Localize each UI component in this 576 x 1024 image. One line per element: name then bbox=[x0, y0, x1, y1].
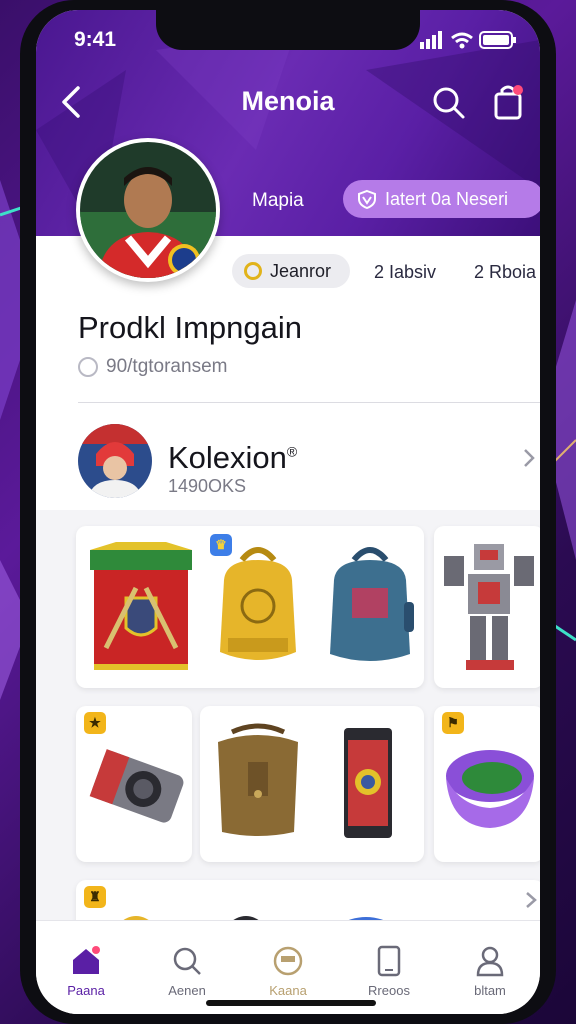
tab-profile-label: bltam bbox=[474, 983, 506, 998]
item-badge-flag: ⚑ bbox=[442, 712, 464, 734]
item-camera-icon bbox=[89, 749, 184, 823]
signal-icon bbox=[420, 31, 442, 49]
hero-pill-label: Iatert 0a Neseri bbox=[385, 188, 509, 209]
tab-camera-label: Kaana bbox=[269, 983, 307, 998]
tab-search-label: Aenen bbox=[168, 983, 206, 998]
app-screen: 9:41 Menoia Mapia Iatert 0a Neseri Jeanr… bbox=[36, 10, 540, 1014]
item-leather-bag-icon[interactable] bbox=[212, 722, 304, 838]
collection-avatar[interactable] bbox=[78, 424, 152, 498]
status-icons bbox=[420, 31, 516, 49]
divider bbox=[78, 402, 540, 403]
item-robot-figure-icon bbox=[444, 544, 534, 670]
registered-mark: ® bbox=[286, 443, 298, 460]
profile-avatar[interactable] bbox=[76, 138, 220, 282]
tab-devices-label: Rreoos bbox=[368, 983, 410, 998]
device-notch bbox=[156, 10, 420, 50]
item-badge-trophy: ♜ bbox=[84, 886, 106, 908]
avatar-photo bbox=[80, 142, 216, 278]
collection-count: 1490OKS bbox=[168, 476, 247, 496]
home-indicator[interactable] bbox=[206, 1000, 376, 1006]
stat-two[interactable]: 2 Rboia bbox=[474, 262, 536, 283]
item-purple-bowl-icon bbox=[446, 750, 534, 828]
coin-chip-label: Jeanror bbox=[270, 260, 332, 281]
battery-icon bbox=[479, 31, 516, 49]
search-icon[interactable] bbox=[432, 86, 466, 120]
coin-chip[interactable]: Jeanror bbox=[232, 254, 350, 288]
item-can-icon[interactable] bbox=[338, 722, 398, 842]
item-chest-icon[interactable] bbox=[86, 538, 196, 674]
wifi-icon bbox=[451, 32, 473, 49]
coin-icon bbox=[244, 262, 262, 280]
item-blue-backpack-icon[interactable] bbox=[322, 540, 418, 670]
tab-devices[interactable]: Rreoos bbox=[339, 939, 439, 999]
item-yellow-backpack-icon[interactable] bbox=[208, 540, 308, 670]
shield-icon bbox=[358, 189, 376, 209]
camera-lens-icon bbox=[273, 946, 303, 976]
item-badge-star: ★ bbox=[84, 712, 106, 734]
profile-subtitle-text: 90/tgtoransem bbox=[106, 356, 228, 377]
tablet-icon bbox=[377, 945, 401, 977]
chevron-right-icon[interactable] bbox=[524, 890, 538, 910]
tab-camera[interactable]: Kaana bbox=[238, 939, 338, 999]
phone-frame: 9:41 Menoia Mapia Iatert 0a Neseri Jeanr… bbox=[20, 0, 556, 1024]
hero-pill-button[interactable]: Iatert 0a Neseri bbox=[343, 180, 540, 218]
shopping-bag-icon[interactable] bbox=[492, 82, 526, 122]
profile-icon bbox=[476, 946, 504, 977]
status-time: 9:41 bbox=[74, 28, 117, 51]
search-icon bbox=[173, 947, 201, 975]
collection-title: Kolexion® bbox=[168, 440, 297, 476]
clock-icon bbox=[78, 357, 98, 377]
tab-home-label: Paana bbox=[67, 983, 105, 998]
tab-search[interactable]: Aenen bbox=[137, 939, 237, 999]
collection-avatar-photo bbox=[78, 424, 152, 498]
home-icon bbox=[73, 946, 100, 974]
tab-profile[interactable]: bltam bbox=[440, 939, 540, 999]
collection-title-text: Kolexion bbox=[168, 440, 287, 475]
profile-subtitle: 90/tgtoransem bbox=[78, 356, 227, 378]
tab-home[interactable]: Paana bbox=[36, 939, 136, 999]
chevron-right-icon[interactable] bbox=[522, 446, 536, 470]
hero-link[interactable]: Mapia bbox=[252, 190, 304, 212]
profile-title: Prodkl Impngain bbox=[78, 310, 303, 345]
stat-one[interactable]: 2 Iabsiv bbox=[374, 262, 436, 283]
